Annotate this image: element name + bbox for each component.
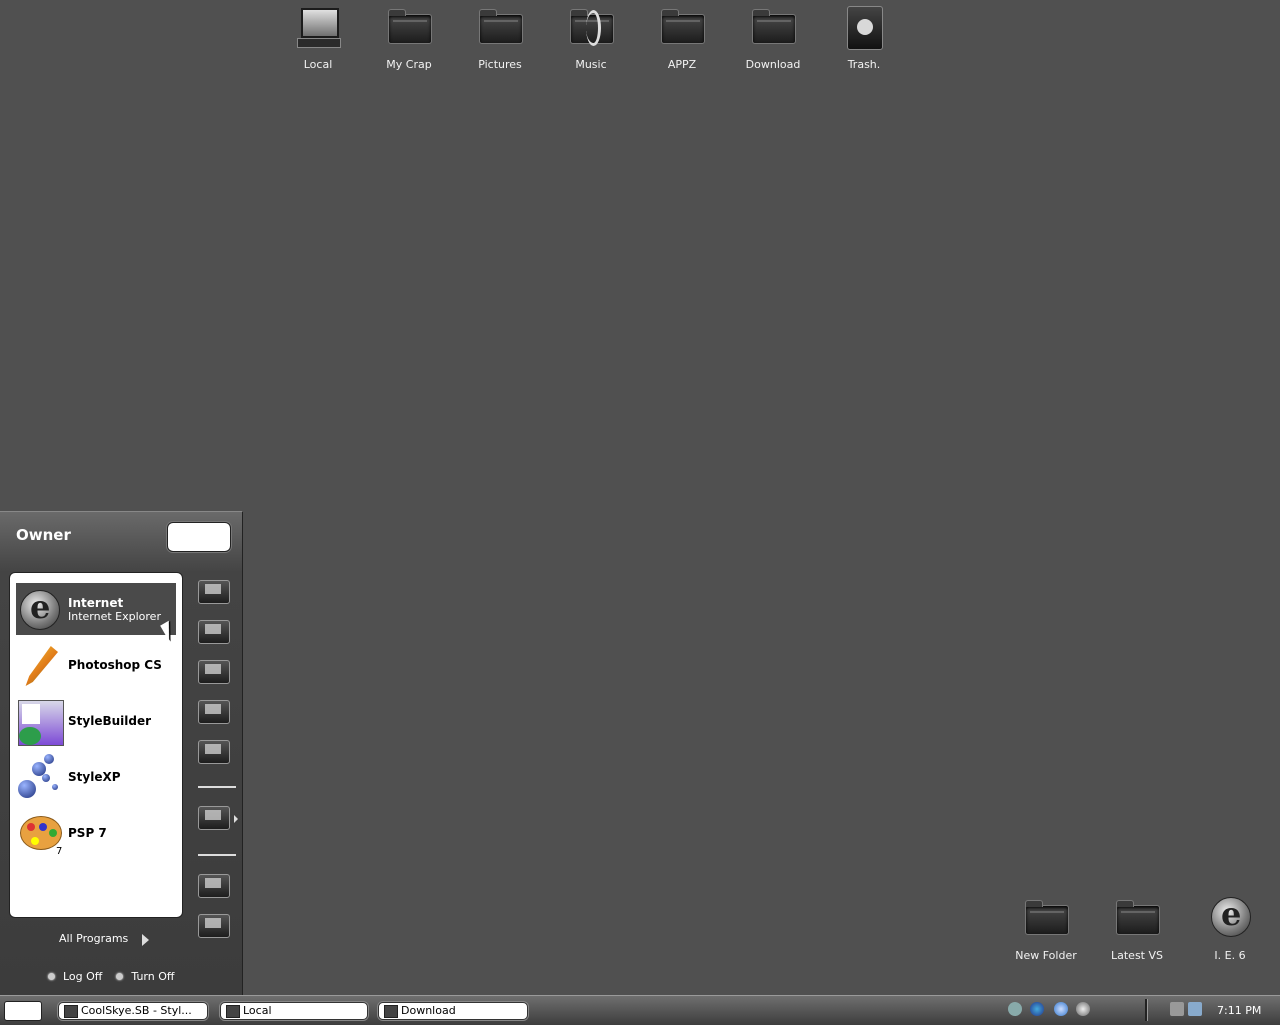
desktop-icon-latest-vs[interactable]: Latest VS — [1097, 897, 1177, 962]
desktop-icon-appz[interactable]: APPZ — [642, 6, 722, 71]
folder-icon — [1114, 897, 1160, 939]
task-label: CoolSkye.SB - Styl... — [81, 1004, 192, 1017]
program-psp7[interactable]: 7 PSP 7 — [16, 807, 176, 859]
pinned-programs-list: InternetInternet Explorer Photoshop CS S… — [9, 572, 183, 918]
program-name: PSP 7 — [68, 826, 107, 840]
program-name: StyleXP — [68, 770, 121, 784]
run-place-icon[interactable] — [198, 910, 230, 938]
places-divider — [198, 854, 236, 856]
pictures-folder-icon — [477, 6, 523, 48]
desktop-icon-my-crap[interactable]: My Crap — [369, 6, 449, 71]
folder-icon — [1023, 897, 1069, 939]
desktop-icon-label: APPZ — [667, 58, 697, 71]
desktop-icon-label: Trash. — [847, 58, 881, 71]
internet-explorer-icon[interactable] — [1076, 1002, 1090, 1016]
my-documents-place-icon[interactable] — [198, 576, 230, 604]
psp-version-badge: 7 — [56, 846, 63, 857]
start-menu-footer: Log Off Turn Off — [48, 970, 188, 983]
quick-launch-icon[interactable] — [1008, 1002, 1022, 1016]
recycle-bin-icon — [841, 6, 887, 50]
places-divider — [198, 786, 236, 788]
log-off-label: Log Off — [63, 970, 103, 983]
desktop-icon-pictures[interactable]: Pictures — [460, 6, 540, 71]
desktop-icon-label: My Crap — [386, 58, 432, 71]
folder-icon — [750, 6, 796, 48]
computer-icon — [295, 6, 341, 48]
tray-icon[interactable] — [1170, 1002, 1184, 1016]
log-off-icon — [48, 973, 55, 980]
start-menu-user-name: Owner — [16, 526, 71, 544]
internet-explorer-icon — [16, 586, 62, 632]
internet-explorer-icon — [1207, 895, 1253, 939]
photoshop-feather-icon — [16, 642, 62, 688]
desktop-icon-label: Music — [575, 58, 607, 71]
paint-palette-icon: 7 — [16, 810, 63, 857]
search-place-icon[interactable] — [198, 870, 230, 898]
turn-off-button[interactable]: Turn Off — [116, 970, 174, 983]
internet-explorer-icon[interactable] — [1054, 1002, 1068, 1016]
desktop-icon-trash[interactable]: Trash. — [824, 6, 904, 71]
program-name: Photoshop CS — [68, 658, 162, 672]
taskbar-button-local[interactable]: Local — [220, 1002, 368, 1020]
desktop-icon-download[interactable]: Download — [733, 6, 813, 71]
start-menu: Owner InternetInternet Explorer Photosho… — [0, 511, 243, 996]
documents-icon — [386, 6, 432, 48]
taskbar-button-coolskye[interactable]: CoolSkye.SB - Styl... — [58, 1002, 208, 1020]
program-internet-explorer[interactable]: InternetInternet Explorer — [16, 583, 176, 635]
taskbar: CoolSkye.SB - Styl... Local Download 7:1… — [0, 995, 1280, 1025]
program-name: StyleBuilder — [68, 714, 152, 728]
program-subtitle: Internet Explorer — [68, 609, 161, 623]
program-stylexp[interactable]: StyleXP — [16, 751, 176, 803]
turn-off-icon — [116, 973, 124, 980]
desktop-icon-ie6[interactable]: I. E. 6 — [1190, 895, 1270, 962]
desktop-icon-local[interactable]: Local — [278, 6, 358, 71]
music-folder-icon — [568, 6, 614, 48]
computer-icon — [226, 1005, 240, 1018]
taskbar-button-download[interactable]: Download — [378, 1002, 528, 1020]
stylebuilder-icon — [16, 698, 64, 746]
desktop-icon-label: Latest VS — [1111, 949, 1163, 962]
clock[interactable]: 7:11 PM — [1217, 1004, 1261, 1017]
task-label: Local — [243, 1004, 272, 1017]
network-place-icon[interactable] — [198, 736, 230, 764]
desktop-icon-new-folder[interactable]: New Folder — [1006, 897, 1086, 962]
my-computer-place-icon[interactable] — [198, 696, 230, 724]
my-music-place-icon[interactable] — [198, 656, 230, 684]
turn-off-label: Turn Off — [131, 970, 175, 983]
all-programs-arrow-icon — [142, 934, 149, 946]
desktop-icon-label: I. E. 6 — [1214, 949, 1246, 962]
program-stylebuilder[interactable]: StyleBuilder — [16, 695, 176, 747]
program-photoshop-cs[interactable]: Photoshop CS — [16, 639, 176, 691]
desktop-icon-label: Local — [303, 58, 333, 71]
desktop-icon-label: New Folder — [1015, 949, 1077, 962]
start-button[interactable] — [4, 1001, 42, 1021]
task-label: Download — [401, 1004, 456, 1017]
user-picture-button[interactable] — [167, 522, 231, 552]
all-programs-button[interactable]: All Programs — [59, 932, 128, 945]
tray-separator — [1145, 999, 1148, 1021]
globe-icon[interactable] — [1030, 1002, 1044, 1016]
desktop-icon-label: Download — [745, 58, 801, 71]
my-pictures-place-icon[interactable] — [198, 616, 230, 644]
submenu-arrow-icon — [234, 815, 238, 823]
program-name: Internet — [68, 595, 124, 610]
stylebuilder-icon — [64, 1005, 78, 1018]
stylexp-bubbles-icon — [16, 754, 62, 800]
log-off-button[interactable]: Log Off — [48, 970, 102, 983]
desktop-icon-music[interactable]: Music — [551, 6, 631, 71]
control-panel-place-icon[interactable] — [198, 802, 230, 830]
folder-icon — [384, 1005, 398, 1018]
desktop-icon-label: Pictures — [478, 58, 522, 71]
folder-icon — [659, 6, 705, 48]
volume-icon[interactable] — [1188, 1002, 1202, 1016]
